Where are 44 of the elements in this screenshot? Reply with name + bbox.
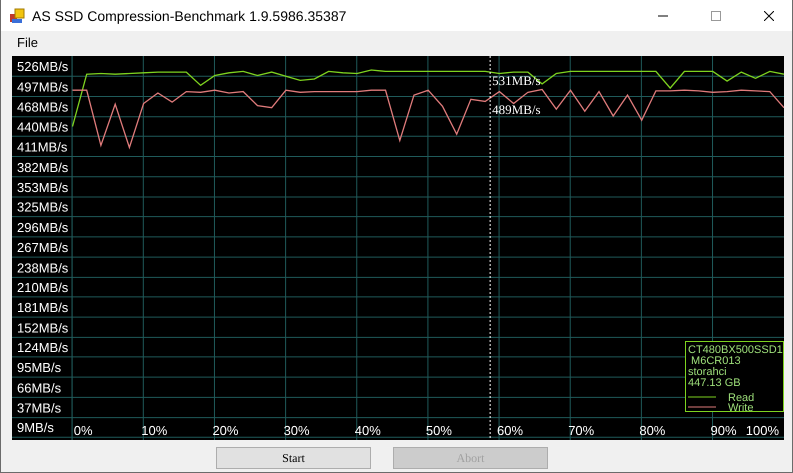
y-axis-label: 238MB/s — [17, 260, 68, 276]
x-axis-label: 10% — [141, 423, 168, 438]
x-axis-label: 50% — [426, 423, 452, 438]
x-axis-label: 100% — [746, 423, 779, 438]
y-axis-label: 353MB/s — [17, 180, 68, 196]
action-button[interactable]: Start — [216, 447, 371, 469]
drive-info: storahci — [688, 366, 727, 378]
y-axis-label: 440MB/s — [17, 119, 68, 134]
menu-item[interactable]: File — [9, 34, 46, 50]
x-axis-label: 0% — [74, 423, 93, 438]
cursor-value: 531MB/s — [492, 72, 541, 88]
x-axis-label: 90% — [710, 423, 737, 438]
y-axis-label: 267MB/s — [17, 240, 68, 256]
drive-info: 447.13 GB — [688, 377, 741, 389]
y-axis-label: 325MB/s — [17, 200, 68, 215]
x-axis-label: 40% — [354, 423, 381, 438]
y-axis-label: 66MB/s — [17, 380, 62, 396]
y-axis-label: 296MB/s — [17, 220, 68, 235]
y-axis-label: 181MB/s — [17, 300, 68, 316]
x-axis-label: 30% — [284, 423, 310, 438]
y-axis-label: 411MB/s — [17, 140, 68, 155]
y-axis-label: 468MB/s — [17, 100, 68, 115]
y-axis-label: 497MB/s — [17, 80, 68, 94]
y-axis-label: 210MB/s — [17, 280, 68, 295]
drive-info: CT480BX500SSD1 — [688, 344, 783, 356]
drive-info: M6CR013 — [691, 355, 741, 367]
y-axis-label: 37MB/s — [17, 400, 62, 416]
y-axis-label: 526MB/s — [17, 59, 68, 74]
y-axis-label: 382MB/s — [17, 160, 68, 175]
cursor-value: 489MB/s — [492, 102, 541, 118]
close-icon[interactable] — [764, 10, 774, 20]
y-axis-label: 152MB/s — [17, 320, 68, 336]
y-axis-label: 95MB/s — [17, 360, 62, 376]
app-icon — [9, 8, 25, 24]
x-axis-label: 70% — [568, 423, 594, 438]
x-axis-label: 60% — [497, 423, 524, 438]
maximize-icon[interactable] — [711, 10, 721, 20]
x-axis-label: 20% — [212, 423, 238, 438]
legend-label: Read — [728, 392, 754, 404]
window-title: AS SSD Compression-Benchmark 1.9.5986.35387 — [32, 8, 348, 24]
x-axis-label: 80% — [639, 423, 666, 438]
y-axis-label: 9MB/s — [17, 420, 54, 436]
y-axis-label: 124MB/s — [17, 340, 68, 355]
legend-label: Write — [728, 402, 754, 414]
